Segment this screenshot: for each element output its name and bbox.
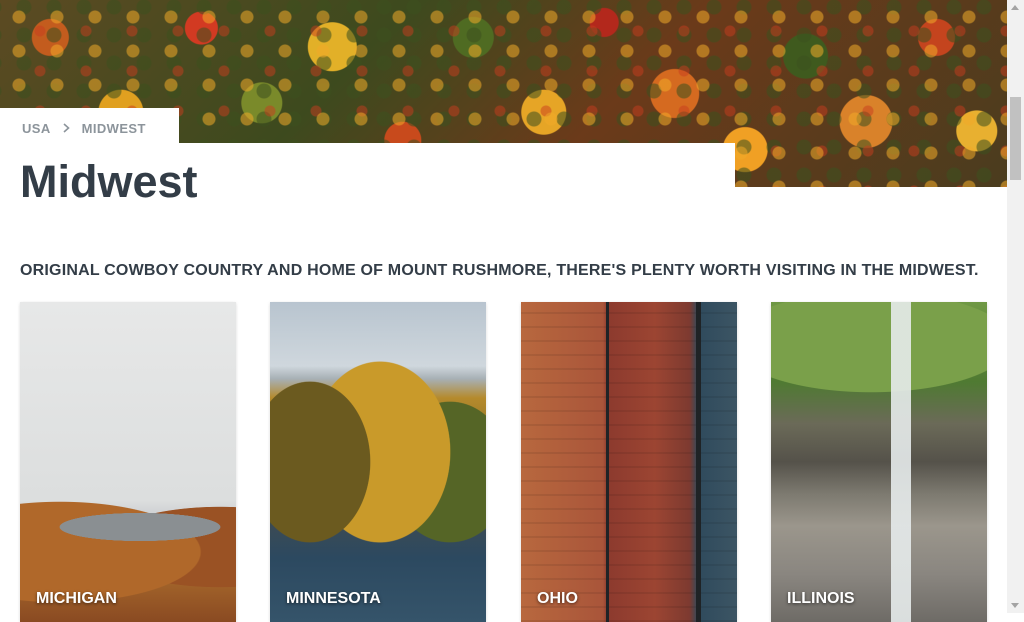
scroll-down-arrow-icon[interactable] [1011,603,1019,608]
scrollbar-thumb[interactable] [1010,97,1021,180]
state-card-illinois[interactable]: ILLINOIS [771,302,987,622]
state-card-label: OHIO [537,590,578,607]
state-card-ohio[interactable]: OHIO [521,302,737,622]
vertical-scrollbar[interactable] [1007,0,1024,613]
state-card-michigan[interactable]: MICHIGAN [20,302,236,622]
state-card-label: MICHIGAN [36,590,117,607]
state-card-label: MINNESOTA [286,590,381,607]
breadcrumb: USA MIDWEST [0,108,179,148]
breadcrumb-item-midwest: MIDWEST [81,120,146,136]
page-tagline: ORIGINAL COWBOY COUNTRY AND HOME OF MOUN… [20,262,979,279]
chevron-right-icon [63,123,70,133]
state-card-minnesota[interactable]: MINNESOTA [270,302,486,622]
scroll-up-arrow-icon[interactable] [1011,5,1019,10]
breadcrumb-item-usa[interactable]: USA [22,121,51,136]
page-title: Midwest [20,156,198,207]
state-card-label: ILLINOIS [787,590,855,607]
